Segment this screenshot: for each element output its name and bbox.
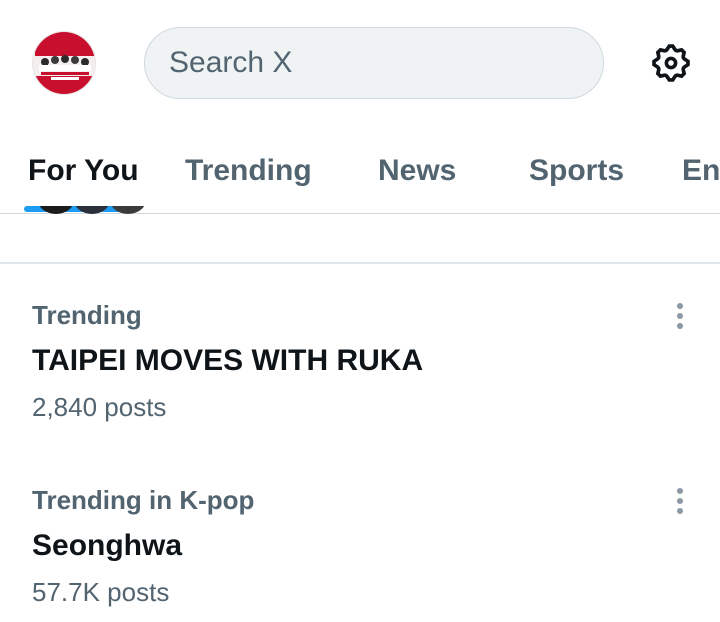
search-bar[interactable] (144, 27, 604, 99)
tab-sports[interactable]: Sports (529, 128, 624, 213)
avatar-image (33, 32, 95, 94)
trend-item[interactable]: Trending in K-pop Seonghwa 57.7K posts (0, 485, 720, 622)
trend-title: Seonghwa (32, 529, 183, 562)
tab-news[interactable]: News (378, 128, 456, 213)
profile-avatar[interactable] (32, 31, 96, 95)
trend-post-count: 57.7K posts (32, 577, 170, 607)
trend-context: Trending in K-pop (32, 485, 255, 515)
settings-button[interactable] (648, 40, 694, 86)
top-bar (0, 0, 720, 128)
trend-post-count: 2,840 posts (32, 392, 167, 422)
trend-item[interactable]: Trending TAIPEI MOVES WITH RUKA 2,840 po… (0, 300, 720, 460)
more-vertical-icon (677, 488, 683, 514)
trend-context: Trending (32, 300, 142, 330)
carousel-remnant (38, 206, 148, 226)
gear-icon (652, 44, 690, 82)
trend-title: TAIPEI MOVES WITH RUKA (32, 344, 424, 377)
more-options-button[interactable] (664, 296, 696, 336)
explore-tabs: For You Trending News Sports Ent (0, 128, 720, 214)
explore-page: For You Trending News Sports Ent Trendin… (0, 0, 720, 622)
search-input[interactable] (169, 46, 603, 80)
section-divider (0, 262, 720, 264)
tab-entertainment[interactable]: Ent (682, 128, 720, 213)
more-vertical-icon (677, 303, 683, 329)
more-options-button[interactable] (664, 481, 696, 521)
tab-trending[interactable]: Trending (185, 128, 312, 213)
tab-for-you[interactable]: For You (28, 128, 139, 213)
